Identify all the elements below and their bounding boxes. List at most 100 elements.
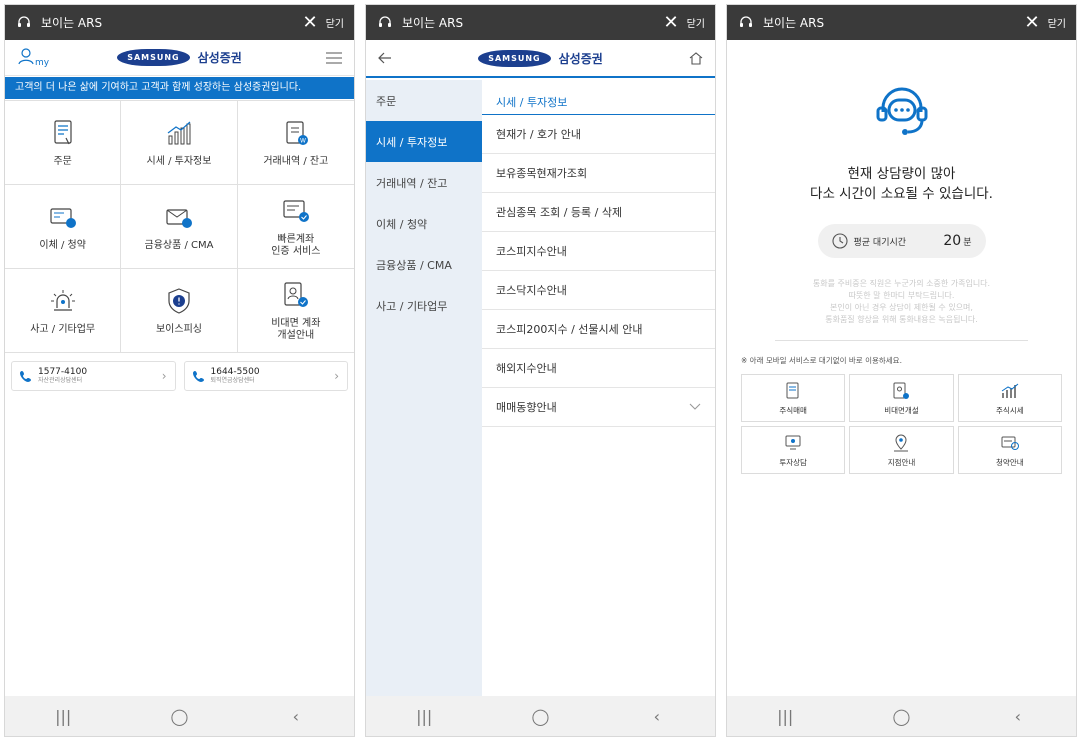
sidebar-item-history[interactable]: 거래내역 / 잔고 (366, 162, 482, 203)
wait-time-box: 평균 대기시간 20 분 (817, 224, 986, 258)
sidebar-item-order[interactable]: 주문 (366, 80, 482, 121)
ars-top-bar: 보이는 ARS ✕ 닫기 (727, 5, 1076, 40)
my-label: my (35, 57, 50, 68)
screen-quotes-menu: 보이는 ARS ✕ 닫기 SAMSUNG 삼성증권 주문 시세 / 투자정보 거래… (365, 4, 716, 737)
service-subscription[interactable]: 청약안내 (957, 426, 1062, 474)
arrow-left-icon (378, 52, 391, 63)
call-asset-center[interactable]: 1577-4100 자산관리상담센터 › (11, 361, 176, 391)
menu-non-face-account[interactable]: 비대면 계좌 개설안내 (237, 269, 354, 353)
alarm-icon (50, 289, 75, 311)
transfer-icon (50, 207, 76, 228)
recent-apps-icon[interactable]: ||| (33, 707, 93, 726)
menu-button[interactable] (302, 51, 342, 64)
phone-icon (20, 371, 31, 382)
main-menu-grid: 주문 시세 / 투자정보 W 거래내역 / 잔고 이체 / 청약 금융상품 / … (5, 100, 354, 353)
service-consult[interactable]: 투자상담 (741, 426, 846, 474)
courtesy-notice: 통화를 주비중은 직원은 누군가의 소중한 가족입니다. 따뜻한 말 한마디 부… (812, 279, 991, 324)
subscription-icon (1001, 436, 1019, 450)
shield-icon (168, 287, 190, 314)
ars-icon (737, 15, 755, 31)
menu-quick-account[interactable]: 빠른계좌 인증 서비스 (237, 185, 354, 269)
wait-value: 20 (943, 233, 962, 249)
close-button[interactable]: ✕ 닫기 (302, 11, 345, 33)
submenu-item[interactable]: 코스피200지수 / 선물시세 안내 (482, 310, 715, 349)
samsung-logo: SAMSUNG 삼성증권 (57, 49, 302, 66)
submenu-item[interactable]: 코스닥지수안내 (482, 271, 715, 310)
back-nav-icon[interactable]: ‹ (266, 707, 326, 726)
busy-message: 현재 상담량이 많아 다소 시간이 소요될 수 있습니다. (810, 166, 993, 202)
back-button[interactable] (378, 49, 418, 68)
call-center-row: 1577-4100 자산관리상담센터 › 1644-5500 퇴직연금상담센터 › (5, 353, 354, 399)
submenu-item[interactable]: 코스피지수안내 (482, 232, 715, 271)
close-button[interactable]: ✕ 닫기 (1024, 11, 1067, 33)
back-nav-icon[interactable]: ‹ (988, 707, 1048, 726)
submenu-item[interactable]: 해외지수안내 (482, 349, 715, 388)
home-icon (689, 52, 703, 65)
sidebar-item-quotes[interactable]: 시세 / 투자정보 (366, 121, 482, 162)
close-icon: ✕ (663, 11, 679, 33)
service-stock-quote[interactable]: 주식시세 (957, 374, 1062, 422)
close-icon: ✕ (1024, 11, 1040, 33)
category-sidebar: 주문 시세 / 투자정보 거래내역 / 잔고 이체 / 청약 금융상품 / CM… (366, 80, 482, 696)
banner-text: 고객의 더 나은 삶에 기여하고 고객과 함께 성장하는 삼성증권입니다. (5, 77, 354, 99)
ars-icon (376, 15, 394, 31)
chevron-right-icon: › (161, 369, 167, 383)
my-button[interactable]: my (17, 47, 57, 69)
service-branch[interactable]: 지점안내 (849, 426, 954, 474)
order-icon (54, 119, 72, 144)
recent-apps-icon[interactable]: ||| (755, 707, 815, 726)
menu-history[interactable]: W 거래내역 / 잔고 (237, 101, 354, 185)
sidebar-item-products[interactable]: 금융상품 / CMA (366, 244, 482, 285)
submenu-item[interactable]: 보유종목현재가조회 (482, 154, 715, 193)
ars-title: 보이는 ARS (763, 16, 825, 30)
sidebar-item-accident[interactable]: 사고 / 기타업무 (366, 285, 482, 326)
home-nav-icon[interactable]: ◯ (871, 707, 931, 726)
service-stock-trade[interactable]: 주식매매 (741, 374, 846, 422)
menu-quotes[interactable]: 시세 / 투자정보 (121, 101, 238, 185)
ars-top-bar: 보이는 ARS ✕ 닫기 (5, 5, 354, 40)
app-header: my SAMSUNG 삼성증권 (5, 40, 354, 76)
submenu-header: 시세 / 투자정보 (482, 80, 715, 115)
recent-apps-icon[interactable]: ||| (394, 707, 454, 726)
submenu-list: 시세 / 투자정보 현재가 / 호가 안내 보유종목현재가조회 관심종목 조회 … (482, 80, 715, 427)
submenu-item-expandable[interactable]: 매매동향안내 (482, 388, 715, 427)
submenu-item[interactable]: 현재가 / 호가 안내 (482, 115, 715, 154)
android-nav-bar: ||| ◯ ‹ (5, 696, 354, 736)
android-nav-bar: ||| ◯ ‹ (727, 696, 1076, 736)
home-nav-icon[interactable]: ◯ (510, 707, 570, 726)
samsung-logo: SAMSUNG 삼성증권 (418, 49, 663, 67)
ars-icon (15, 15, 33, 31)
headset-icon (876, 87, 927, 135)
home-nav-icon[interactable]: ◯ (149, 707, 209, 726)
phone-icon (192, 371, 204, 382)
service-non-face[interactable]: 비대면개설 (849, 374, 954, 422)
chart-icon (167, 121, 191, 144)
product-icon (166, 208, 192, 228)
home-button[interactable] (663, 51, 703, 65)
menu-transfer[interactable]: 이체 / 청약 (5, 185, 122, 269)
stock-trade-icon (786, 382, 799, 398)
call-pension-center[interactable]: 1644-5500 퇴직연금상담센터 › (183, 361, 348, 391)
clipboard-icon: W (286, 120, 308, 145)
ars-title: 보이는 ARS (402, 16, 464, 30)
mobile-service-note: ※ 아래 모바일 서비스로 대기없이 바로 이용하세요. (741, 356, 902, 365)
submenu-item[interactable]: 관심종목 조회 / 등록 / 삭제 (482, 193, 715, 232)
ars-top-bar: 보이는 ARS ✕ 닫기 (366, 5, 715, 40)
close-button[interactable]: ✕ 닫기 (663, 11, 706, 33)
clock-icon (831, 233, 848, 249)
menu-order[interactable]: 주문 (5, 101, 122, 185)
menu-voice-phishing[interactable]: 보이스피싱 (121, 269, 238, 353)
chevron-right-icon: › (334, 369, 339, 383)
waiting-body: 현재 상담량이 많아 다소 시간이 소요될 수 있습니다. 평균 대기시간 20… (727, 40, 1076, 474)
map-pin-icon (894, 433, 909, 451)
samsung-wordmark: SAMSUNG (117, 49, 190, 66)
menu-accident[interactable]: 사고 / 기타업무 (5, 269, 122, 353)
non-face-icon (893, 382, 910, 399)
quick-account-icon (283, 199, 309, 222)
screen-waiting: 보이는 ARS ✕ 닫기 현재 상담량이 많아 다소 시간이 소요될 수 있습니다… (726, 4, 1077, 737)
close-icon: ✕ (302, 11, 318, 33)
back-nav-icon[interactable]: ‹ (627, 707, 687, 726)
brand-name: 삼성증권 (197, 51, 242, 65)
menu-products[interactable]: 금융상품 / CMA (121, 185, 238, 269)
sidebar-item-transfer[interactable]: 이체 / 청약 (366, 203, 482, 244)
